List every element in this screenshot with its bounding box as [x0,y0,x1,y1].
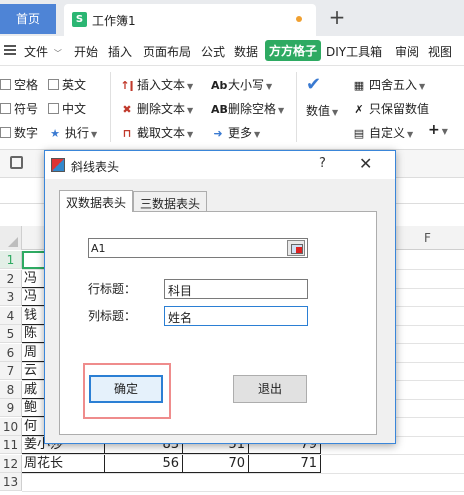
menu-ffcell[interactable]: 方方格子 [265,40,322,61]
numeric-icon: ✔ [306,74,322,95]
table-cell-name[interactable]: 陈 [22,325,46,343]
help-button[interactable]: ? [319,156,326,171]
row-header[interactable]: 6 [0,344,22,362]
menu-file[interactable]: 文件 ﹀ [24,43,62,60]
tab-home[interactable]: 首页 [0,4,56,34]
custom-button[interactable]: ▤ 自定义 ▼ [352,124,413,141]
row-header[interactable]: 1 [0,251,22,269]
app-icon [51,158,65,172]
col-title-label: 列标题： [88,309,137,323]
ribbon: 空格 英文 符号 中文 数字 ★ 执行 ▼ ↑ǀ 插入文本 ▼ ✖ 删除文本 ▼ ⊓ 截取文本… [0,66,464,150]
menu-bar: 文件 ﹀ 开始 插入 页面布局 公式 数据 方方格子 DIY工具箱 审阅 视图 [0,36,464,66]
row-title-input[interactable]: 科目 [164,279,308,299]
insert-text-icon: ↑ǀ [120,79,134,92]
table-cell-score[interactable]: 70 [183,455,249,473]
table-cell-score[interactable]: 71 [249,455,321,473]
round-icon: ▦ [353,79,365,92]
menu-view[interactable]: 视图 [428,43,452,60]
arrow-right-icon: ➜ [213,127,223,140]
delete-space-button[interactable]: AB删除空格 ▼ [211,100,284,117]
checkbox-space[interactable]: 空格 [0,76,38,93]
dialog-title: 斜线表头 [71,160,120,174]
window-tab-bar: 首页 S 工作簿1 + [0,0,464,36]
row-header[interactable]: 13 [0,473,22,491]
row-header[interactable]: 11 [0,436,22,454]
select-all-corner[interactable] [0,226,22,250]
tab-workbook[interactable]: S 工作簿1 [64,4,316,36]
round-button[interactable]: ▦ 四舍五入 ▼ [352,76,425,93]
table-cell-name[interactable]: 周 [22,344,46,362]
menu-page-layout[interactable]: 页面布局 [143,43,191,60]
row-header[interactable]: 12 [0,455,22,473]
star-icon: ★ [50,127,60,140]
menu-home[interactable]: 开始 [74,43,98,60]
column-header-f[interactable]: F [424,231,431,245]
highlight-box [83,363,171,419]
table-cell-score[interactable]: 56 [105,455,183,473]
case-button[interactable]: Ab大小写 ▼ [211,76,272,93]
checkbox-number[interactable]: 数字 [0,124,38,141]
tab-double-header[interactable]: 双数据表头 [59,190,134,212]
keep-values-icon: ✗ [354,103,364,116]
row-header[interactable]: 9 [0,399,22,417]
table-cell-name[interactable]: 何 [22,418,46,436]
exit-button[interactable]: 退出 [233,375,307,403]
row-title-label: 行标题： [88,282,137,296]
delete-text-icon: ✖ [122,103,132,116]
menu-formulas[interactable]: 公式 [201,43,225,60]
menu-diy-toolbox[interactable]: DIY工具箱 [326,43,382,60]
unsaved-dot-icon [296,16,302,22]
range-picker-icon[interactable] [287,240,305,256]
row-header[interactable]: 4 [0,307,22,325]
delete-space-icon: AB [211,103,228,116]
extract-text-icon: ⊓ [122,127,132,140]
spreadsheet-icon: S [72,12,87,27]
table-cell-name[interactable]: 钱 [22,307,46,325]
delete-text-button[interactable]: ✖ 删除文本 ▼ [120,100,193,117]
table-cell-name[interactable] [22,251,46,269]
checkbox-english[interactable]: 英文 [48,76,86,93]
table-cell-name[interactable]: 冯 [22,270,46,288]
row-header[interactable]: 3 [0,288,22,306]
menu-insert[interactable]: 插入 [108,43,132,60]
custom-icon: ▤ [353,127,365,140]
table-cell-name[interactable]: 戚 [22,381,46,399]
menu-data[interactable]: 数据 [234,43,258,60]
insert-text-button[interactable]: ↑ǀ 插入文本 ▼ [120,76,193,93]
extract-text-button[interactable]: ⊓ 截取文本 ▼ [120,124,194,141]
table-cell-name[interactable]: 周花长 [22,455,105,473]
table-cell-name[interactable]: 鲍 [22,399,46,417]
table-cell-name[interactable]: 云 [22,362,46,380]
table-cell-name[interactable]: 冯 [22,288,46,306]
checkbox-symbol[interactable]: 符号 [0,100,38,117]
grid-line [22,473,464,474]
keep-values-button[interactable]: ✗ 只保留数值 [352,100,429,117]
case-icon: Ab [211,79,228,92]
close-button[interactable]: ✕ [359,154,372,173]
save-icon[interactable] [10,156,23,169]
new-tab-button[interactable]: + [326,4,348,32]
numeric-button[interactable]: 数值 ▼ [306,102,338,119]
execute-button[interactable]: ★ 执行 ▼ [48,124,97,141]
row-header[interactable]: 7 [0,362,22,380]
plus-icon[interactable]: + ▼ [428,122,448,138]
grid-line [22,491,464,492]
row-header[interactable]: 10 [0,418,22,436]
workbook-title: 工作簿1 [92,14,136,28]
row-header[interactable]: 5 [0,325,22,343]
checkbox-chinese[interactable]: 中文 [48,100,86,117]
row-header[interactable]: 2 [0,270,22,288]
tab-triple-header[interactable]: 三数据表头 [133,191,208,212]
menu-review[interactable]: 审阅 [395,43,419,60]
cell-reference-input[interactable]: A1 [88,238,308,258]
diagonal-header-dialog: 斜线表头 ? ✕ 双数据表头 三数据表头 A1 行标题： 科目 列标题： 姓名 … [44,150,396,444]
hamburger-icon[interactable] [4,45,16,55]
more-button[interactable]: ➜ 更多 ▼ [211,124,260,141]
dialog-titlebar: 斜线表头 ? ✕ [45,151,395,179]
row-header[interactable]: 8 [0,381,22,399]
col-title-input[interactable]: 姓名 [164,306,308,326]
